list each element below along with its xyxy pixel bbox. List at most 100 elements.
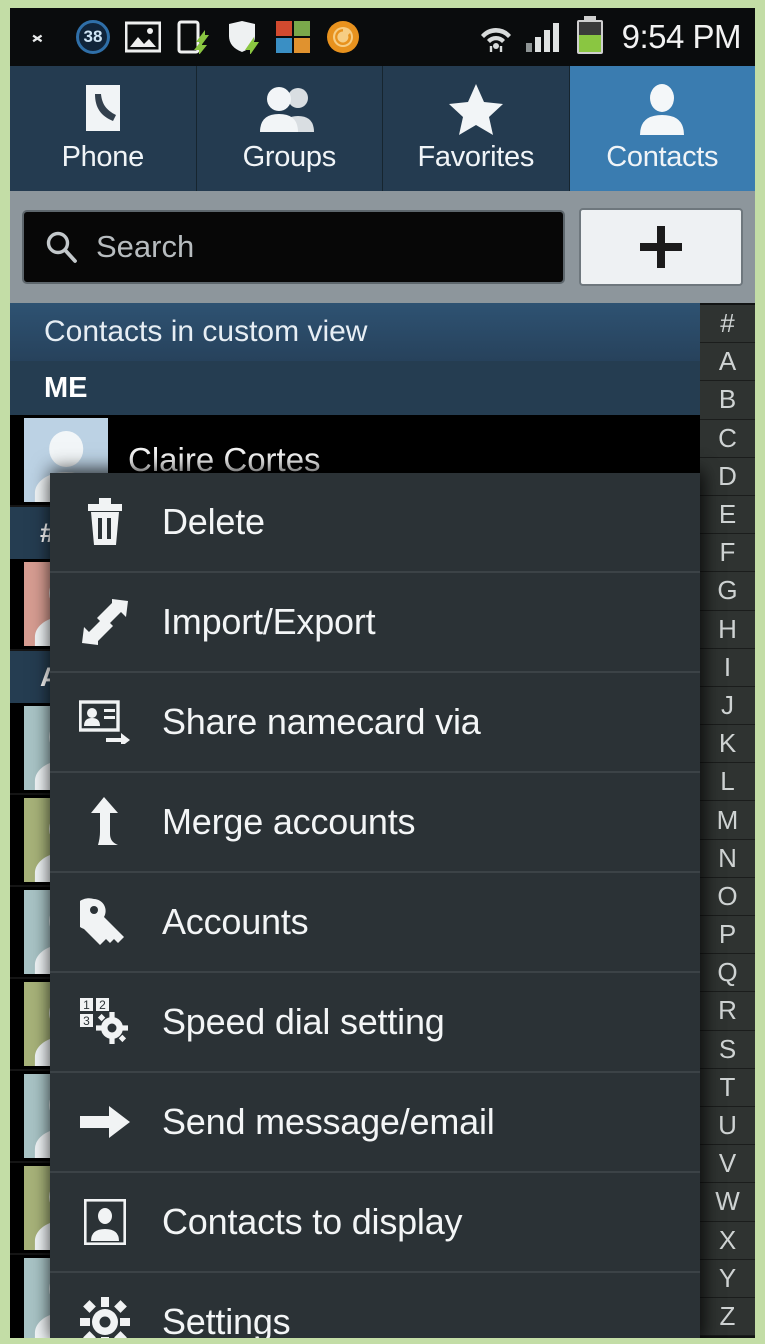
menu-item-import-export[interactable]: Import/Export bbox=[50, 573, 700, 673]
moon-mute-icon bbox=[24, 18, 62, 56]
status-bar: 38 9:54 PM bbox=[10, 8, 755, 66]
menu-item-contacts-to-display[interactable]: Contacts to display bbox=[50, 1173, 700, 1273]
alpha-index-item[interactable]: C bbox=[700, 419, 755, 458]
overflow-menu: Delete Import/Export Share namecard via … bbox=[50, 473, 700, 1338]
contact-person-icon bbox=[78, 1195, 132, 1249]
alpha-index-item[interactable]: V bbox=[700, 1145, 755, 1184]
menu-item-label: Speed dial setting bbox=[162, 1001, 445, 1042]
search-placeholder-text: Search bbox=[96, 229, 195, 264]
tab-groups-label: Groups bbox=[242, 141, 337, 173]
download-count-badge-icon: 38 bbox=[74, 18, 112, 56]
search-row: Search bbox=[10, 191, 755, 303]
image-saved-icon bbox=[124, 18, 162, 56]
alpha-index-item[interactable]: S bbox=[700, 1030, 755, 1069]
menu-item-label: Import/Export bbox=[162, 601, 376, 642]
alpha-index-item[interactable]: E bbox=[700, 495, 755, 535]
alpha-index-item[interactable]: F bbox=[700, 534, 755, 573]
svg-text:3: 3 bbox=[83, 1014, 90, 1028]
menu-item-speed-dial-setting[interactable]: 1 2 3 Speed dial setting bbox=[50, 973, 700, 1073]
alpha-index-item[interactable]: Q bbox=[700, 954, 755, 993]
namecard-share-icon bbox=[78, 695, 132, 749]
search-input[interactable]: Search bbox=[22, 210, 565, 284]
alpha-index-item[interactable]: P bbox=[700, 916, 755, 955]
menu-item-label: Settings bbox=[162, 1301, 291, 1338]
alpha-index-item[interactable]: T bbox=[700, 1068, 755, 1107]
alpha-index-item[interactable]: X bbox=[700, 1221, 755, 1260]
status-bar-clock: 9:54 PM bbox=[621, 18, 742, 55]
app-update-icon bbox=[274, 18, 312, 56]
custom-view-header-label: Contacts in custom view bbox=[44, 315, 368, 348]
wifi-icon bbox=[477, 18, 515, 56]
star-icon bbox=[448, 83, 504, 135]
alpha-index-item[interactable]: U bbox=[700, 1106, 755, 1146]
trash-icon bbox=[78, 495, 132, 549]
alpha-index-item[interactable]: # bbox=[700, 305, 755, 344]
menu-item-label: Contacts to display bbox=[162, 1201, 463, 1242]
group-people-icon bbox=[258, 83, 320, 135]
device-sync-icon bbox=[174, 18, 212, 56]
cellular-signal-icon bbox=[524, 18, 562, 56]
speed-dial-gear-icon: 1 2 3 bbox=[78, 995, 132, 1049]
battery-shell bbox=[576, 20, 603, 54]
key-icon bbox=[78, 895, 132, 949]
gear-icon bbox=[78, 1295, 132, 1338]
status-bar-system-icons: 9:54 PM bbox=[477, 18, 742, 56]
tab-contacts[interactable]: Contacts bbox=[569, 66, 755, 191]
alpha-index-item[interactable]: A bbox=[700, 343, 755, 382]
alpha-index-item[interactable]: G bbox=[700, 572, 755, 611]
alpha-index-item[interactable]: Y bbox=[700, 1259, 755, 1298]
custom-view-header[interactable]: Contacts in custom view bbox=[10, 303, 700, 361]
merge-up-arrow-icon bbox=[78, 795, 132, 849]
svg-text:1: 1 bbox=[83, 998, 90, 1012]
battery-icon bbox=[571, 18, 609, 56]
orange-circle-refresh-icon bbox=[324, 18, 362, 56]
avatar-head bbox=[49, 431, 83, 467]
alpha-index-item[interactable]: B bbox=[700, 381, 755, 420]
alpha-index-item[interactable]: O bbox=[700, 877, 755, 916]
alpha-index-item[interactable]: D bbox=[700, 457, 755, 496]
svg-text:2: 2 bbox=[99, 998, 106, 1012]
person-icon bbox=[637, 83, 687, 135]
tab-phone[interactable]: Phone bbox=[10, 66, 197, 191]
menu-item-label: Merge accounts bbox=[162, 801, 416, 842]
alpha-index-item[interactable]: W bbox=[700, 1183, 755, 1222]
status-bar-notification-icons: 38 bbox=[24, 18, 477, 56]
alpha-index-item[interactable]: L bbox=[700, 763, 755, 802]
plus-icon bbox=[640, 226, 682, 268]
alpha-index-item[interactable]: Z bbox=[700, 1297, 755, 1337]
menu-item-delete[interactable]: Delete bbox=[50, 473, 700, 573]
me-section-label: ME bbox=[44, 371, 88, 404]
tab-favorites-label: Favorites bbox=[417, 141, 535, 173]
tab-groups[interactable]: Groups bbox=[196, 66, 383, 191]
menu-item-label: Accounts bbox=[162, 901, 309, 942]
menu-item-label: Delete bbox=[162, 501, 265, 542]
alpha-index-item[interactable]: R bbox=[700, 992, 755, 1031]
alpha-index-item[interactable]: N bbox=[700, 839, 755, 878]
menu-item-merge-accounts[interactable]: Merge accounts bbox=[50, 773, 700, 873]
tab-bar: Phone Groups Favorites Contacts bbox=[10, 66, 755, 191]
tab-contacts-label: Contacts bbox=[606, 141, 719, 173]
alpha-index-item[interactable]: I bbox=[700, 648, 755, 687]
menu-item-settings[interactable]: Settings bbox=[50, 1273, 700, 1338]
alphabet-index-scrubber[interactable]: # A B C D E F G H I J K L M N O P Q R S … bbox=[700, 303, 755, 1338]
alpha-index-item[interactable]: M bbox=[700, 801, 755, 840]
battery-fill bbox=[578, 34, 601, 52]
notification-count-badge: 38 bbox=[76, 20, 110, 54]
me-section-header: ME bbox=[10, 361, 700, 415]
search-icon bbox=[44, 230, 78, 264]
menu-item-accounts[interactable]: Accounts bbox=[50, 873, 700, 973]
menu-item-label: Send message/email bbox=[162, 1101, 495, 1142]
tab-favorites[interactable]: Favorites bbox=[383, 66, 570, 191]
device-frame: 38 9:54 PM Phone Groups Favorites Contac… bbox=[0, 0, 765, 1344]
add-contact-button[interactable] bbox=[579, 208, 743, 286]
security-shield-sync-icon bbox=[224, 18, 262, 56]
tab-phone-label: Phone bbox=[61, 141, 145, 173]
menu-item-send-message-email[interactable]: Send message/email bbox=[50, 1073, 700, 1173]
menu-item-share-namecard[interactable]: Share namecard via bbox=[50, 673, 700, 773]
phone-handset-icon bbox=[80, 83, 126, 135]
alpha-index-item[interactable]: H bbox=[700, 610, 755, 649]
right-arrow-icon bbox=[78, 1095, 132, 1149]
alpha-index-item[interactable]: J bbox=[700, 686, 755, 726]
phone-screen: 38 9:54 PM Phone Groups Favorites Contac… bbox=[10, 8, 755, 1338]
alpha-index-item[interactable]: K bbox=[700, 725, 755, 764]
